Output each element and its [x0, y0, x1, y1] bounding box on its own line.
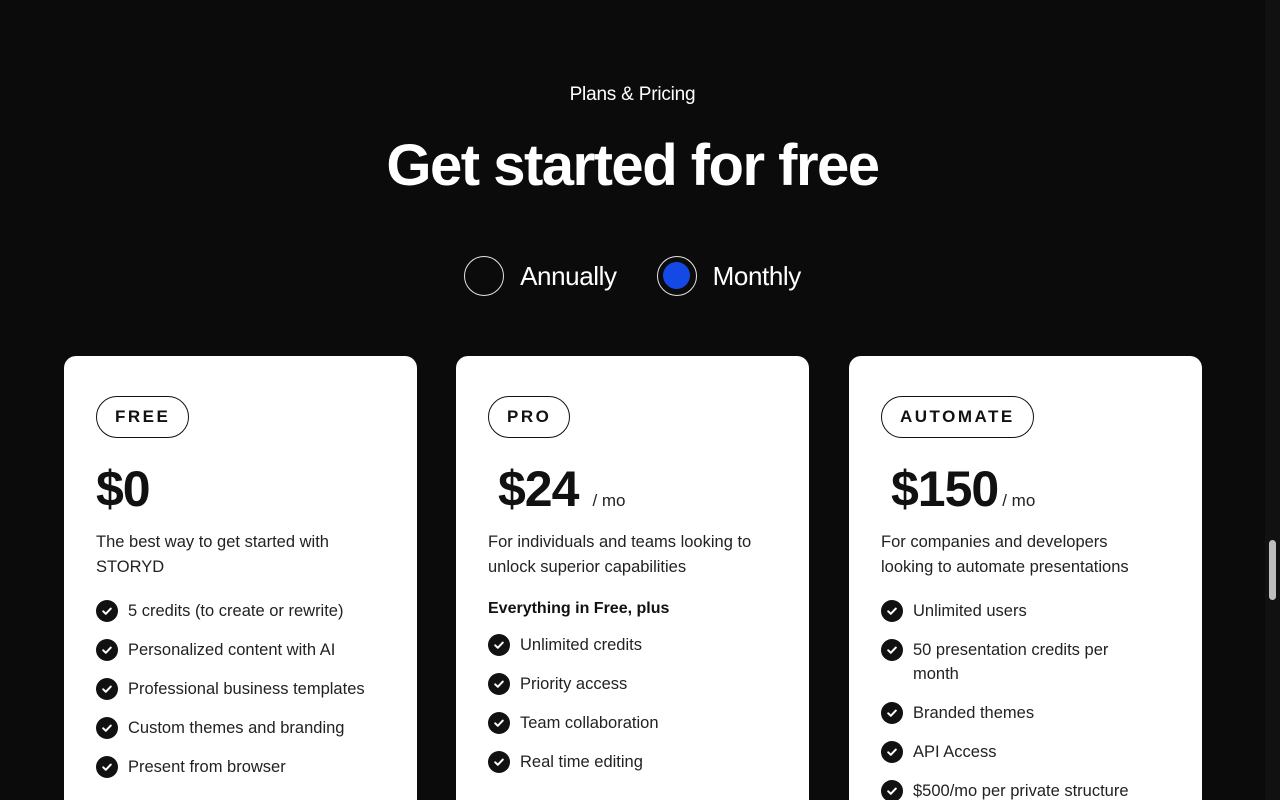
- feature-text: Branded themes: [913, 704, 1035, 722]
- feature-text: Priority access: [520, 675, 628, 693]
- plan-period: / mo: [1002, 491, 1036, 510]
- feature-text: Custom themes and branding: [128, 719, 345, 737]
- check-circle-icon: [488, 712, 510, 734]
- plan-price: $24: [498, 461, 579, 517]
- check-circle-icon: [881, 780, 903, 800]
- billing-option-annually[interactable]: Annually: [464, 256, 617, 296]
- feature-item: Unlimited credits: [488, 634, 777, 657]
- feature-item: API Access: [881, 741, 1170, 764]
- feature-list: Unlimited credits Priority access Team c…: [488, 634, 777, 774]
- plan-card-free: FREE $0 The best way to get started with…: [64, 356, 417, 800]
- check-circle-icon: [96, 639, 118, 661]
- feature-item: $500/mo per private structure: [881, 780, 1170, 800]
- feature-item: Team collaboration: [488, 712, 777, 735]
- scrollbar-thumb[interactable]: [1269, 540, 1276, 600]
- plan-description: For individuals and teams looking to unl…: [488, 533, 752, 576]
- feature-text: Unlimited credits: [520, 636, 642, 654]
- plan-price: $150: [891, 461, 999, 517]
- feature-text: Real time editing: [520, 753, 643, 771]
- feature-text: 50 presentation credits per month: [913, 641, 1109, 683]
- feature-text: Unlimited users: [913, 602, 1027, 620]
- feature-text: Professional business templates: [128, 680, 365, 698]
- feature-text: $500/mo per private structure: [913, 782, 1129, 800]
- feature-item: Branded themes: [881, 702, 1170, 725]
- feature-list: 5 credits (to create or rewrite) Persona…: [96, 600, 385, 779]
- plan-period: / mo: [592, 491, 626, 510]
- check-circle-icon: [881, 741, 903, 763]
- check-circle-icon: [96, 600, 118, 622]
- feature-list: Unlimited users 50 presentation credits …: [881, 600, 1170, 800]
- feature-item: 50 presentation credits per month: [881, 639, 1170, 686]
- feature-item: Present from browser: [96, 756, 385, 779]
- billing-option-monthly[interactable]: Monthly: [656, 256, 802, 296]
- check-circle-icon: [881, 639, 903, 661]
- check-circle-icon: [96, 678, 118, 700]
- check-circle-icon: [881, 702, 903, 724]
- check-circle-icon: [488, 634, 510, 656]
- price-row: $24 / mo: [488, 460, 777, 517]
- check-circle-icon: [96, 756, 118, 778]
- price-row: $150 / mo: [881, 460, 1170, 517]
- plan-card-pro: PRO $24 / mo For individuals and teams l…: [456, 356, 809, 800]
- feature-text: Present from browser: [128, 758, 286, 776]
- feature-item: Custom themes and branding: [96, 717, 385, 740]
- feature-item: Professional business templates: [96, 678, 385, 701]
- price-row: $0: [96, 460, 385, 517]
- feature-text: API Access: [913, 743, 997, 761]
- check-circle-icon: [96, 717, 118, 739]
- section-eyebrow: Plans & Pricing: [569, 84, 696, 105]
- feature-text: Personalized content with AI: [128, 641, 336, 659]
- feature-text: Team collaboration: [520, 714, 659, 732]
- page-title: Get started for free: [386, 133, 880, 198]
- plan-description: The best way to get started with STORYD: [96, 533, 329, 576]
- plan-card-automate: AUTOMATE $150 / mo For companies and dev…: [849, 356, 1202, 800]
- includes-heading: Everything in Free, plus: [488, 600, 670, 617]
- check-circle-icon: [881, 600, 903, 622]
- billing-option-label: Monthly: [712, 260, 802, 291]
- billing-toggle: Annually Monthly: [0, 256, 1265, 296]
- feature-text: 5 credits (to create or rewrite): [128, 602, 344, 620]
- plan-price: $0: [96, 461, 151, 517]
- check-circle-icon: [488, 673, 510, 695]
- plan-description: For companies and developers looking to …: [881, 533, 1129, 576]
- feature-item: 5 credits (to create or rewrite): [96, 600, 385, 623]
- monthly-radio[interactable]: [656, 256, 697, 296]
- page-scrollbar[interactable]: [1265, 0, 1280, 800]
- plan-badge: FREE: [96, 396, 190, 438]
- billing-option-label: Annually: [520, 260, 617, 291]
- feature-item: Priority access: [488, 673, 777, 696]
- plan-badge: PRO: [488, 396, 571, 438]
- feature-item: Real time editing: [488, 751, 777, 774]
- check-circle-icon: [488, 751, 510, 773]
- feature-item: Personalized content with AI: [96, 639, 385, 662]
- feature-item: Unlimited users: [881, 600, 1170, 623]
- plan-badge: AUTOMATE: [881, 396, 1034, 438]
- annually-radio[interactable]: [464, 256, 505, 296]
